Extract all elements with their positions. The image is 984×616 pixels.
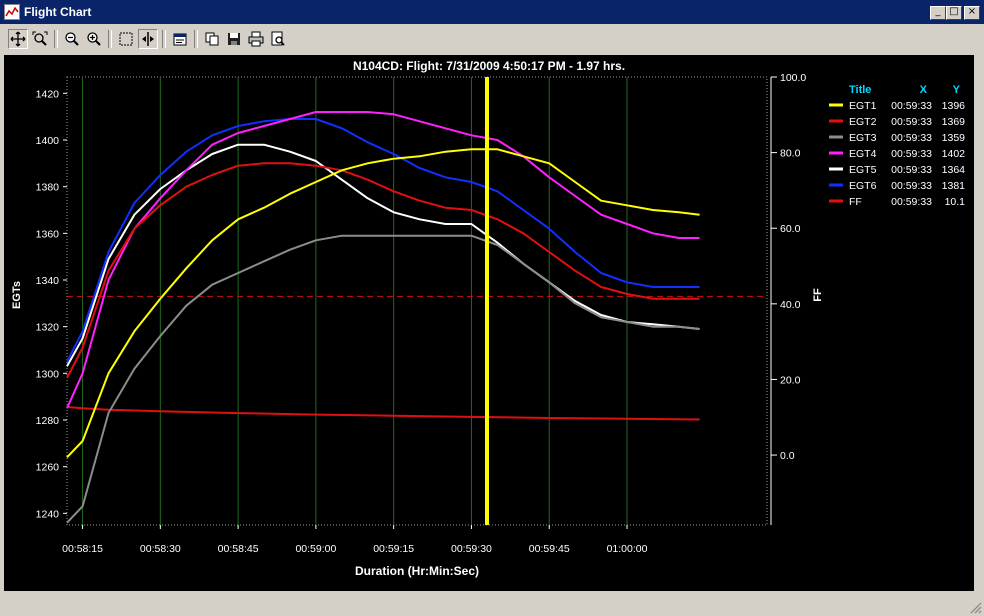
y2-tick-label: 40.0 xyxy=(780,299,801,311)
pan-icon[interactable] xyxy=(8,29,28,49)
chart-panel: 1240 1260 1280 1300 1320 1340 1360 1380 1400 1420… xyxy=(4,55,974,591)
y2-tick-label: 100.0 xyxy=(780,72,806,84)
legend-name: EGT5 xyxy=(849,164,877,176)
copy-icon[interactable] xyxy=(202,29,222,49)
select-box-icon[interactable] xyxy=(116,29,136,49)
x-tick-label: 00:59:30 xyxy=(451,543,492,555)
legend-name: EGT1 xyxy=(849,100,877,112)
legend-x-value: 00:59:33 xyxy=(891,180,932,192)
legend: Title X Y EGT1 00:59:33 1396 EGT2 00:59:33 1369 E… xyxy=(829,84,965,208)
y-tick-label: 1380 xyxy=(36,182,60,194)
legend-name: EGT2 xyxy=(849,116,877,128)
legend-header-y: Y xyxy=(953,84,961,96)
save-icon[interactable] xyxy=(224,29,244,49)
legend-y-value: 1381 xyxy=(942,180,966,192)
x-axis: 00:58:15 00:58:30 00:58:45 00:59:00 00:59:15… xyxy=(62,525,648,555)
legend-x-value: 00:59:33 xyxy=(891,196,932,208)
x-tick-label: 00:59:15 xyxy=(373,543,414,555)
resize-grip-icon[interactable] xyxy=(968,600,982,614)
properties-icon[interactable] xyxy=(170,29,190,49)
x-tick-label: 00:59:45 xyxy=(529,543,570,555)
legend-y-value: 1402 xyxy=(942,148,966,160)
y-tick-label: 1320 xyxy=(36,322,60,334)
print-preview-icon[interactable] xyxy=(268,29,288,49)
y2-tick-label: 0.0 xyxy=(780,450,795,462)
x-axis-label: Duration (Hr:Min:Sec) xyxy=(355,564,479,578)
legend-x-value: 00:59:33 xyxy=(891,132,932,144)
maximize-button[interactable]: □ xyxy=(946,6,962,20)
legend-x-value: 00:59:33 xyxy=(891,164,932,176)
x-tick-label: 01:00:00 xyxy=(607,543,648,555)
y-tick-label: 1340 xyxy=(36,275,60,287)
x-tick-label: 00:58:15 xyxy=(62,543,103,555)
legend-name: EGT4 xyxy=(849,148,877,160)
zoom-out-icon[interactable] xyxy=(62,29,82,49)
legend-y-value: 1369 xyxy=(942,116,966,128)
flight-chart[interactable]: 1240 1260 1280 1300 1320 1340 1360 1380 1400 1420… xyxy=(4,55,974,591)
plot-border xyxy=(66,76,768,526)
legend-name: FF xyxy=(849,196,862,208)
series-line-egt3 xyxy=(66,234,700,524)
y2-tick-label: 60.0 xyxy=(780,223,801,235)
legend-header-title: Title xyxy=(849,84,871,96)
legend-x-value: 00:59:33 xyxy=(891,116,932,128)
y-tick-label: 1360 xyxy=(36,228,60,240)
y-tick-label: 1420 xyxy=(36,88,60,100)
x-tick-label: 00:58:45 xyxy=(218,543,259,555)
y-tick-label: 1280 xyxy=(36,415,60,427)
close-button[interactable]: × xyxy=(964,6,980,20)
chart-title: N104CD: Flight: 7/31/2009 4:50:17 PM - 1… xyxy=(353,59,625,73)
zoom-box-icon[interactable] xyxy=(30,29,50,49)
legend-y-value: 1364 xyxy=(942,164,966,176)
toolbar-separator xyxy=(108,30,112,48)
print-icon[interactable] xyxy=(246,29,266,49)
cursor-icon[interactable] xyxy=(138,29,158,49)
y-tick-label: 1240 xyxy=(36,508,60,520)
window-titlebar[interactable]: Flight Chart _ □ × xyxy=(0,0,984,24)
status-bar xyxy=(0,595,984,616)
legend-name: EGT6 xyxy=(849,180,877,192)
y-tick-label: 1260 xyxy=(36,462,60,474)
y2-tick-label: 80.0 xyxy=(780,148,801,160)
legend-y-value: 10.1 xyxy=(945,196,966,208)
legend-name: EGT3 xyxy=(849,132,877,144)
minimize-button[interactable]: _ xyxy=(930,6,946,20)
legend-y-value: 1396 xyxy=(942,100,966,112)
grid-lines xyxy=(66,76,768,526)
toolbar-separator xyxy=(194,30,198,48)
legend-x-value: 00:59:33 xyxy=(891,148,932,160)
y-tick-label: 1300 xyxy=(36,368,60,380)
y2-axis-label: FF xyxy=(812,288,824,302)
toolbar-separator xyxy=(54,30,58,48)
zoom-in-icon[interactable] xyxy=(84,29,104,49)
x-tick-label: 00:58:30 xyxy=(140,543,181,555)
series-line-egt4 xyxy=(66,111,700,409)
y-axis-label: EGTs xyxy=(11,281,23,309)
y2-tick-label: 20.0 xyxy=(780,374,801,386)
y-axis-left: 1240 1260 1280 1300 1320 1340 1360 1380 1400 1420 xyxy=(36,88,67,520)
window-title: Flight Chart xyxy=(24,5,92,19)
legend-x-value: 00:59:33 xyxy=(891,100,932,112)
y-axis-right: 0.0 20.0 40.0 60.0 80.0 100.0 xyxy=(770,72,806,525)
series-line-ff xyxy=(66,406,700,421)
y-tick-label: 1400 xyxy=(36,135,60,147)
x-tick-label: 00:59:00 xyxy=(295,543,336,555)
series-lines xyxy=(66,111,700,524)
series-line-egt6 xyxy=(66,118,700,363)
chart-app-icon xyxy=(4,4,20,20)
legend-y-value: 1359 xyxy=(942,132,966,144)
legend-header-x: X xyxy=(920,84,928,96)
toolbar xyxy=(0,26,984,52)
toolbar-separator xyxy=(162,30,166,48)
